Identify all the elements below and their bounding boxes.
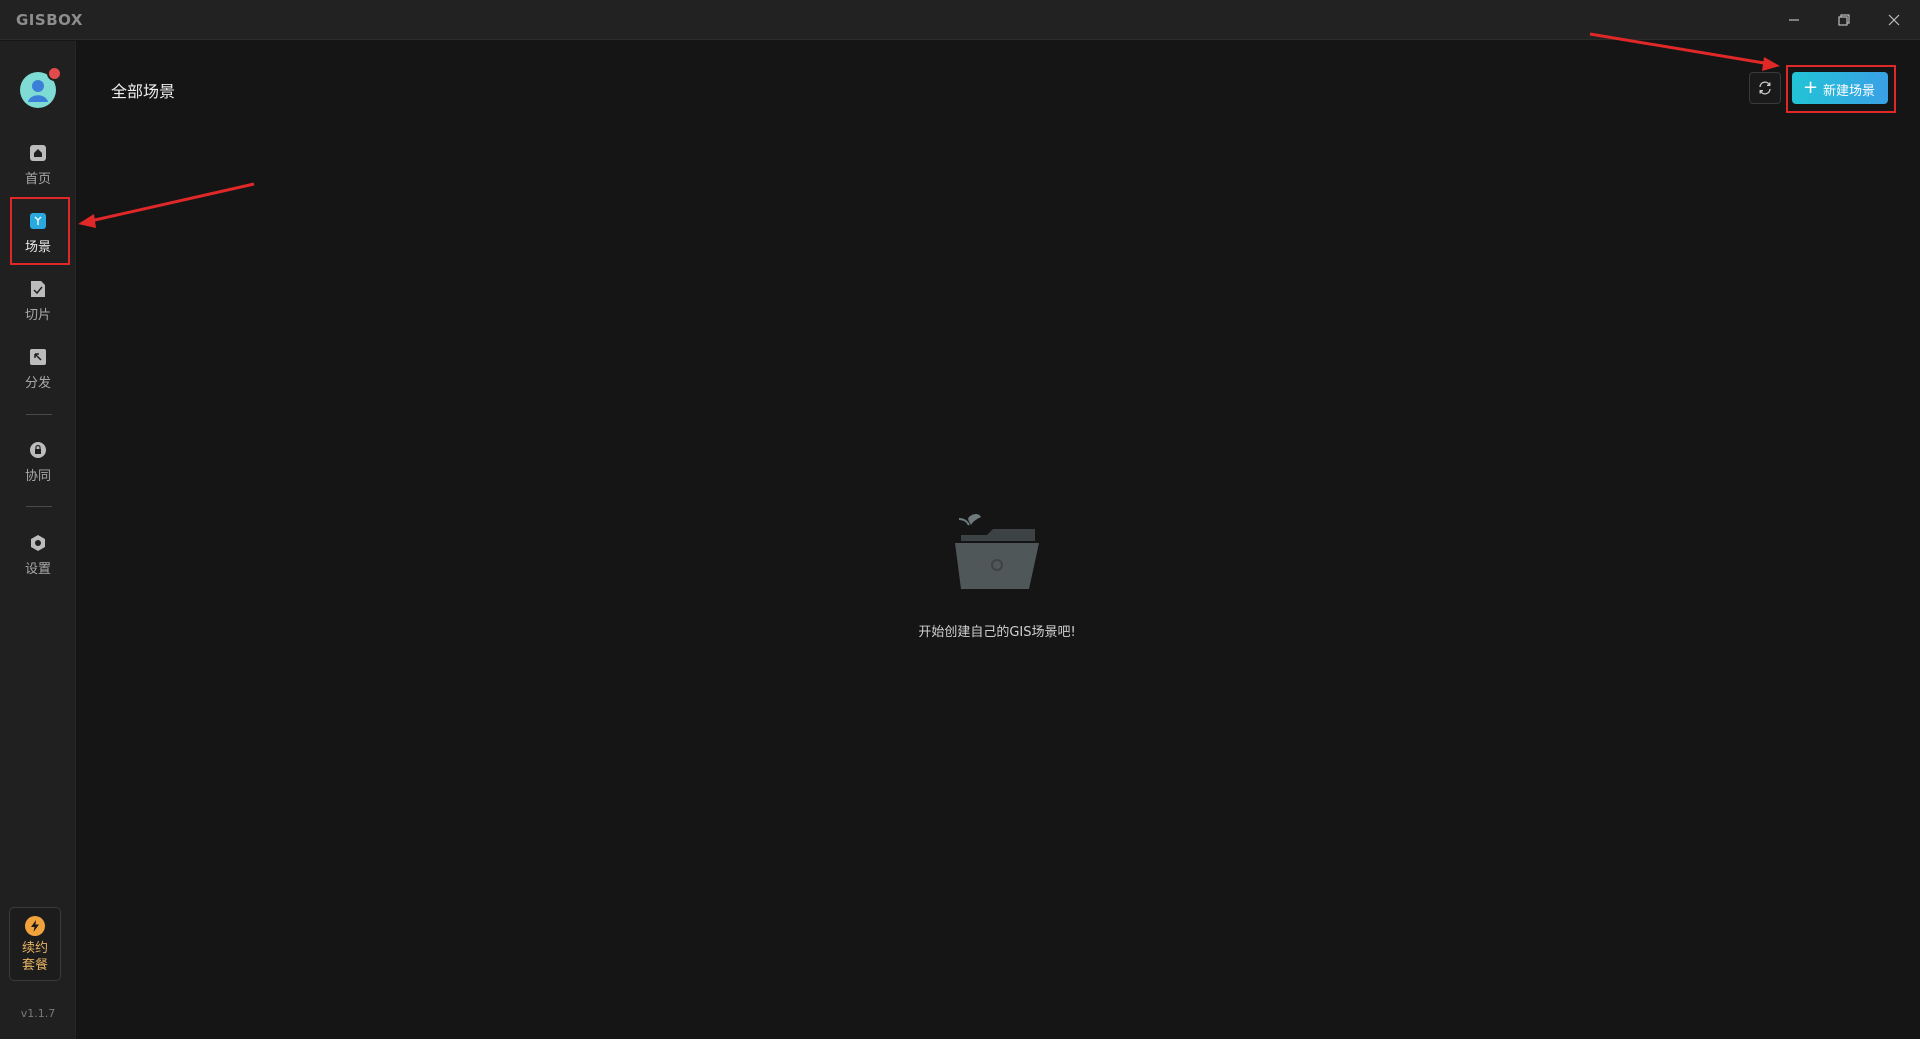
refresh-icon [1759, 81, 1771, 95]
empty-state-text: 开始创建自己的GIS场景吧! [918, 625, 1076, 640]
renew-plan-line2: 套餐 [21, 958, 48, 973]
settings-icon [31, 535, 45, 551]
page-title: 全部场景 [111, 82, 176, 101]
close-button[interactable] [1870, 0, 1918, 40]
annotation-box-new-scene [1786, 65, 1896, 113]
sidebar-divider [26, 506, 52, 507]
sidebar-item-distribute[interactable]: 分发 [8, 339, 68, 401]
home-icon [30, 145, 46, 161]
slice-icon [31, 281, 45, 297]
sidebar-item-home[interactable]: 首页 [8, 135, 68, 197]
renew-plan-button[interactable]: 续约 套餐 [9, 907, 61, 981]
main-content: 全部场景 + 新建场景 开始创建自己的GIS场景吧! [77, 41, 1920, 1039]
minimize-icon [1789, 19, 1799, 21]
close-icon [1888, 14, 1900, 26]
sidebar-item-label: 设置 [24, 562, 51, 577]
renew-plan-line1: 续约 [21, 941, 48, 956]
lightning-icon [25, 916, 45, 936]
sidebar-divider [26, 414, 52, 415]
sidebar-item-collaborate[interactable]: 协同 [8, 432, 68, 494]
annotation-box-scene [10, 197, 70, 265]
refresh-button[interactable] [1749, 72, 1781, 104]
user-avatar[interactable] [20, 66, 62, 108]
restore-button[interactable] [1820, 0, 1868, 40]
sidebar-item-label: 首页 [24, 172, 51, 187]
sidebar-item-settings[interactable]: 设置 [8, 525, 68, 587]
restore-icon [1838, 14, 1850, 26]
title-bar: GISBOX [0, 0, 1920, 40]
minimize-button[interactable] [1770, 0, 1818, 40]
sidebar: 首页 场景 切片 分发 协同 设置 续约 套餐 v1.1.7 [0, 41, 76, 1039]
sidebar-item-slice[interactable]: 切片 [8, 271, 68, 333]
sidebar-item-label: 协同 [24, 469, 51, 484]
empty-folder-icon [955, 514, 1039, 589]
empty-state: 开始创建自己的GIS场景吧! [877, 511, 1117, 641]
app-version: v1.1.7 [20, 1007, 56, 1020]
sidebar-item-label: 分发 [24, 376, 51, 391]
app-logo: GISBOX [16, 11, 83, 29]
distribute-icon [30, 349, 46, 365]
sidebar-item-label: 切片 [24, 308, 51, 323]
notification-badge [47, 66, 62, 81]
renew-plan-label: 续约 套餐 [10, 940, 60, 974]
lock-icon [30, 442, 46, 458]
